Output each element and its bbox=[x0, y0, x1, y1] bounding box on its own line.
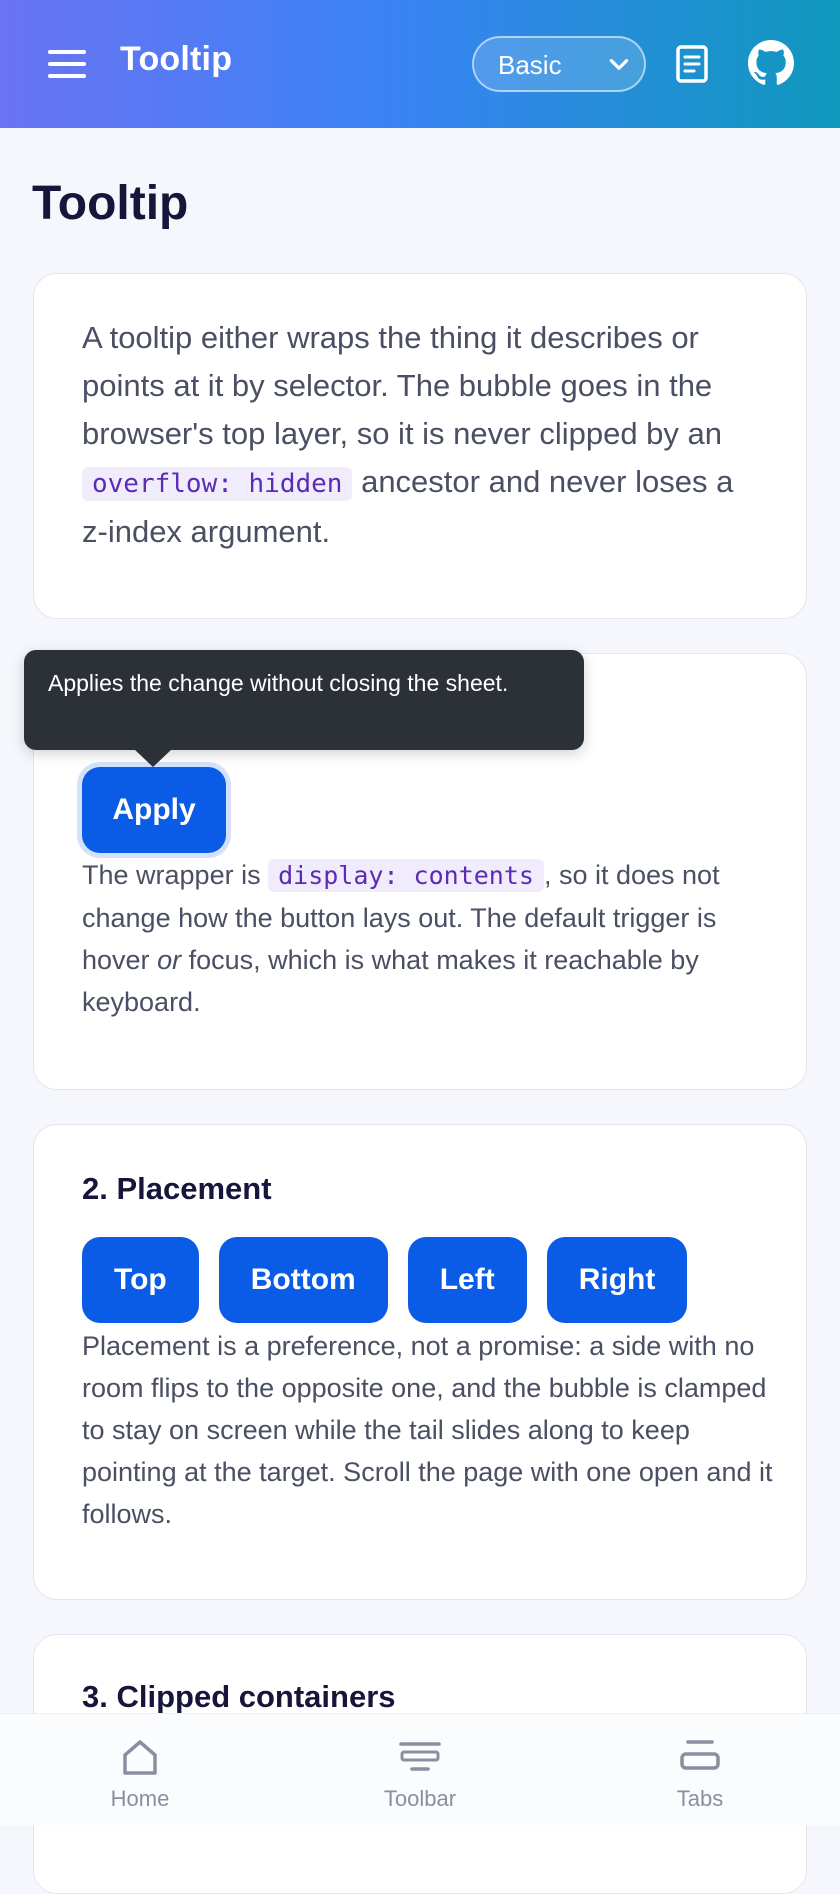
section2-description: Placement is a preference, not a promise… bbox=[82, 1331, 773, 1529]
chevron-down-icon bbox=[609, 59, 629, 70]
inline-code: overflow: hidden bbox=[82, 467, 353, 501]
github-icon[interactable] bbox=[748, 40, 794, 86]
placement-top-button[interactable]: Top bbox=[82, 1237, 199, 1323]
nav-item-home[interactable]: Home bbox=[60, 1714, 220, 1825]
toolbar-icon bbox=[399, 1742, 441, 1771]
nav-label: Toolbar bbox=[383, 1786, 457, 1811]
nav-item-toolbar[interactable]: Toolbar bbox=[340, 1714, 500, 1825]
tabs-icon bbox=[680, 1740, 720, 1770]
select-value: Basic bbox=[498, 50, 562, 80]
bottom-navigation: Home Toolbar Tabs bbox=[0, 1713, 840, 1825]
section-title: 3. Clipped containers bbox=[82, 1679, 396, 1714]
placement-bottom-button[interactable]: Bottom bbox=[218, 1237, 388, 1323]
intro-card: A tooltip either wraps the thing it desc… bbox=[33, 273, 807, 619]
section1-description: The wrapper is display: contents, so it … bbox=[82, 854, 772, 1023]
placement-left-button[interactable]: Left bbox=[407, 1237, 527, 1323]
intro-text-part: A tooltip either wraps the thing it desc… bbox=[82, 320, 723, 451]
description-part: The wrapper is bbox=[82, 860, 261, 890]
apply-button[interactable]: Apply bbox=[82, 767, 226, 853]
tooltip-bubble: Applies the change without closing the s… bbox=[24, 650, 584, 750]
demo-variant-select[interactable]: Basic bbox=[472, 36, 646, 92]
nav-label: Tabs bbox=[676, 1786, 724, 1811]
page-title: Tooltip bbox=[32, 177, 189, 230]
hamburger-menu-icon[interactable] bbox=[44, 44, 92, 84]
home-icon bbox=[123, 1740, 157, 1775]
placement-card: 2. Placement Top Bottom Left Right Place… bbox=[33, 1124, 807, 1600]
intro-text: A tooltip either wraps the thing it desc… bbox=[82, 314, 762, 556]
app-title: Tooltip bbox=[120, 40, 233, 78]
inline-code: display: contents bbox=[268, 859, 544, 892]
section-title: 2. Placement bbox=[82, 1171, 272, 1206]
app-bar: Tooltip Basic bbox=[0, 0, 840, 128]
tooltip-tail bbox=[134, 749, 172, 767]
placement-button-row: Top Bottom Left Right bbox=[82, 1237, 688, 1323]
placement-right-button[interactable]: Right bbox=[546, 1237, 688, 1323]
nav-item-tabs[interactable]: Tabs bbox=[620, 1714, 780, 1825]
document-icon[interactable] bbox=[672, 44, 712, 86]
description-emphasis: or bbox=[157, 945, 182, 975]
nav-label: Home bbox=[110, 1786, 170, 1811]
